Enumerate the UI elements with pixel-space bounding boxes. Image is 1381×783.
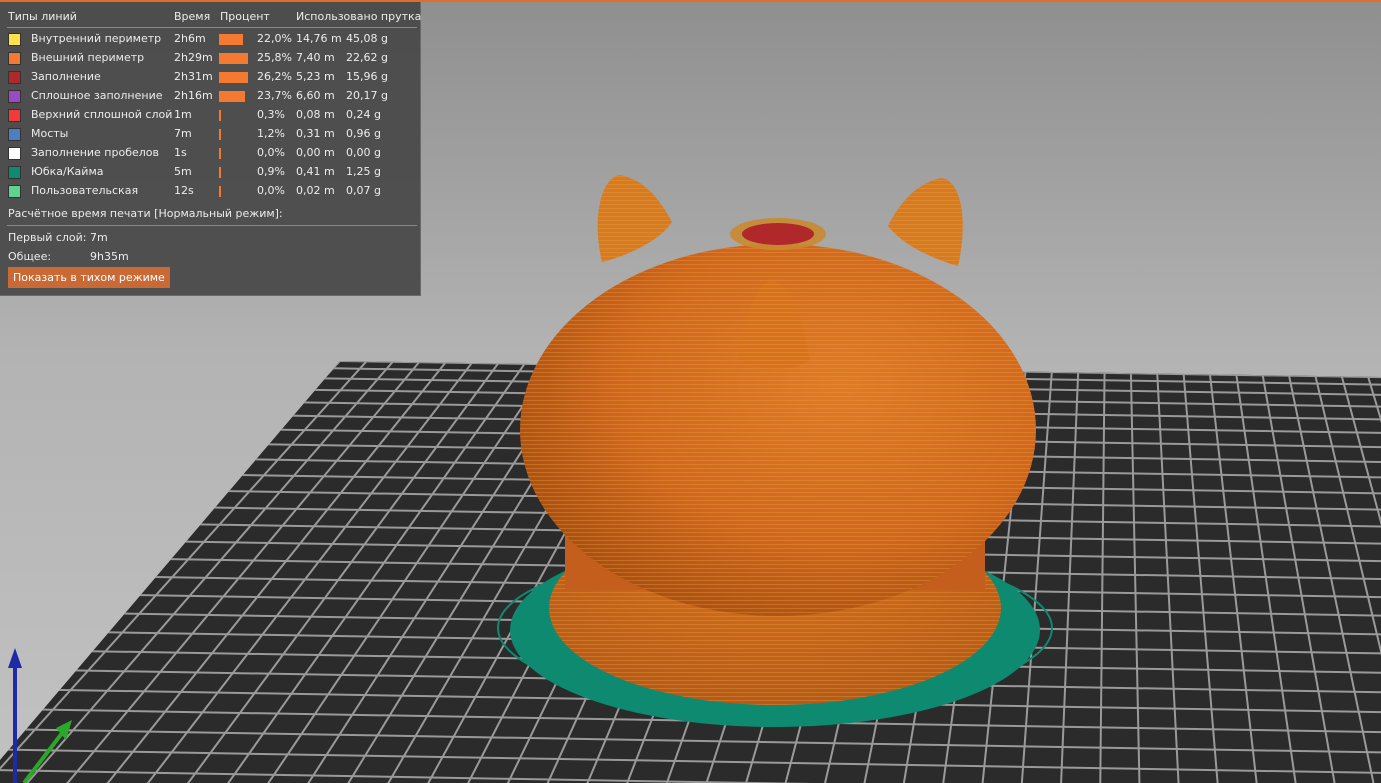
percent-value: 0,0% [257,184,285,197]
show-quiet-mode-button[interactable]: Показать в тихом режиме [8,267,170,288]
estimate-separator [7,225,417,226]
line-type-label: Заполнение пробелов [31,146,160,159]
percent-value: 23,7% [257,89,292,102]
length-value: 5,23 m [296,70,335,83]
weight-value: 0,07 g [346,184,381,197]
length-value: 0,02 m [296,184,335,197]
length-value: 0,08 m [296,108,335,121]
legend-row: Верхний сплошной слой 1m 0,3% 0,08 m 0,24 g [0,107,421,126]
header-line-types: Типы линий [8,10,77,23]
time-value: 1m [174,108,192,121]
percent-bar [219,148,221,159]
weight-value: 45,08 g [346,32,388,45]
time-value: 7m [174,127,192,140]
estimate-title: Расчётное время печати [Нормальный режим… [8,207,283,220]
percent-bar [219,53,248,64]
total-label: Общее: [8,250,52,263]
legend-row: Заполнение пробелов 1s 0,0% 0,00 m 0,00 g [0,145,421,164]
weight-value: 15,96 g [346,70,388,83]
header-separator [7,27,417,28]
line-type-label: Заполнение [31,70,101,83]
percent-value: 1,2% [257,127,285,140]
line-type-label: Юбка/Кайма [31,165,104,178]
legend-row: Мосты 7m 1,2% 0,31 m 0,96 g [0,126,421,145]
header-filament-used: Использовано прутка [296,10,422,23]
length-value: 0,00 m [296,146,335,159]
length-value: 0,41 m [296,165,335,178]
length-value: 6,60 m [296,89,335,102]
percent-value: 0,9% [257,165,285,178]
color-swatch [8,33,21,46]
legend-row: Внешний периметр 2h29m 25,8% 7,40 m 22,62 g [0,50,421,69]
line-type-label: Внутренний периметр [31,32,162,45]
color-swatch [8,52,21,65]
percent-bar [219,129,221,140]
color-swatch [8,90,21,103]
total-value: 9h35m [90,250,129,263]
time-value: 2h31m [174,70,213,83]
time-value: 5m [174,165,192,178]
percent-bar [219,186,221,197]
length-value: 0,31 m [296,127,335,140]
legend-panel: Типы линий Время Процент Использовано пр… [0,2,421,296]
percent-bar [219,167,221,178]
first-layer-label: Первый слой: [8,231,87,244]
color-swatch [8,128,21,141]
color-swatch [8,71,21,84]
header-time: Время [174,10,211,23]
percent-bar [219,110,221,121]
weight-value: 22,62 g [346,51,388,64]
weight-value: 0,96 g [346,127,381,140]
weight-value: 20,17 g [346,89,388,102]
percent-value: 0,3% [257,108,285,121]
model-3d[interactable] [520,175,1036,705]
percent-value: 25,8% [257,51,292,64]
line-type-label: Верхний сплошной слой [31,108,173,121]
color-swatch [8,185,21,198]
first-layer-value: 7m [90,231,108,244]
weight-value: 0,00 g [346,146,381,159]
percent-value: 22,0% [257,32,292,45]
time-value: 1s [174,146,187,159]
line-type-label: Сплошное заполнение [31,89,163,102]
time-value: 2h6m [174,32,206,45]
weight-value: 0,24 g [346,108,381,121]
percent-bar [219,91,245,102]
percent-value: 0,0% [257,146,285,159]
percent-value: 26,2% [257,70,292,83]
color-swatch [8,147,21,160]
legend-row: Сплошное заполнение 2h16m 23,7% 6,60 m 20,17… [0,88,421,107]
time-value: 2h29m [174,51,213,64]
percent-bar [219,72,248,83]
line-type-label: Пользовательская [31,184,139,197]
weight-value: 1,25 g [346,165,381,178]
color-swatch [8,109,21,122]
time-value: 12s [174,184,194,197]
legend-row: Внутренний периметр 2h6m 22,0% 14,76 m 45,08… [0,31,421,50]
length-value: 7,40 m [296,51,335,64]
line-type-label: Внешний периметр [31,51,145,64]
color-swatch [8,166,21,179]
legend-row: Юбка/Кайма 5m 0,9% 0,41 m 1,25 g [0,164,421,183]
header-percent: Процент [220,10,270,23]
legend-row: Пользовательская 12s 0,0% 0,02 m 0,07 g [0,183,421,202]
time-value: 2h16m [174,89,213,102]
3d-viewport[interactable]: Типы линий Время Процент Использовано пр… [0,0,1381,783]
length-value: 14,76 m [296,32,342,45]
percent-bar [219,34,243,45]
legend-row: Заполнение 2h31m 26,2% 5,23 m 15,96 g [0,69,421,88]
line-type-label: Мосты [31,127,69,140]
